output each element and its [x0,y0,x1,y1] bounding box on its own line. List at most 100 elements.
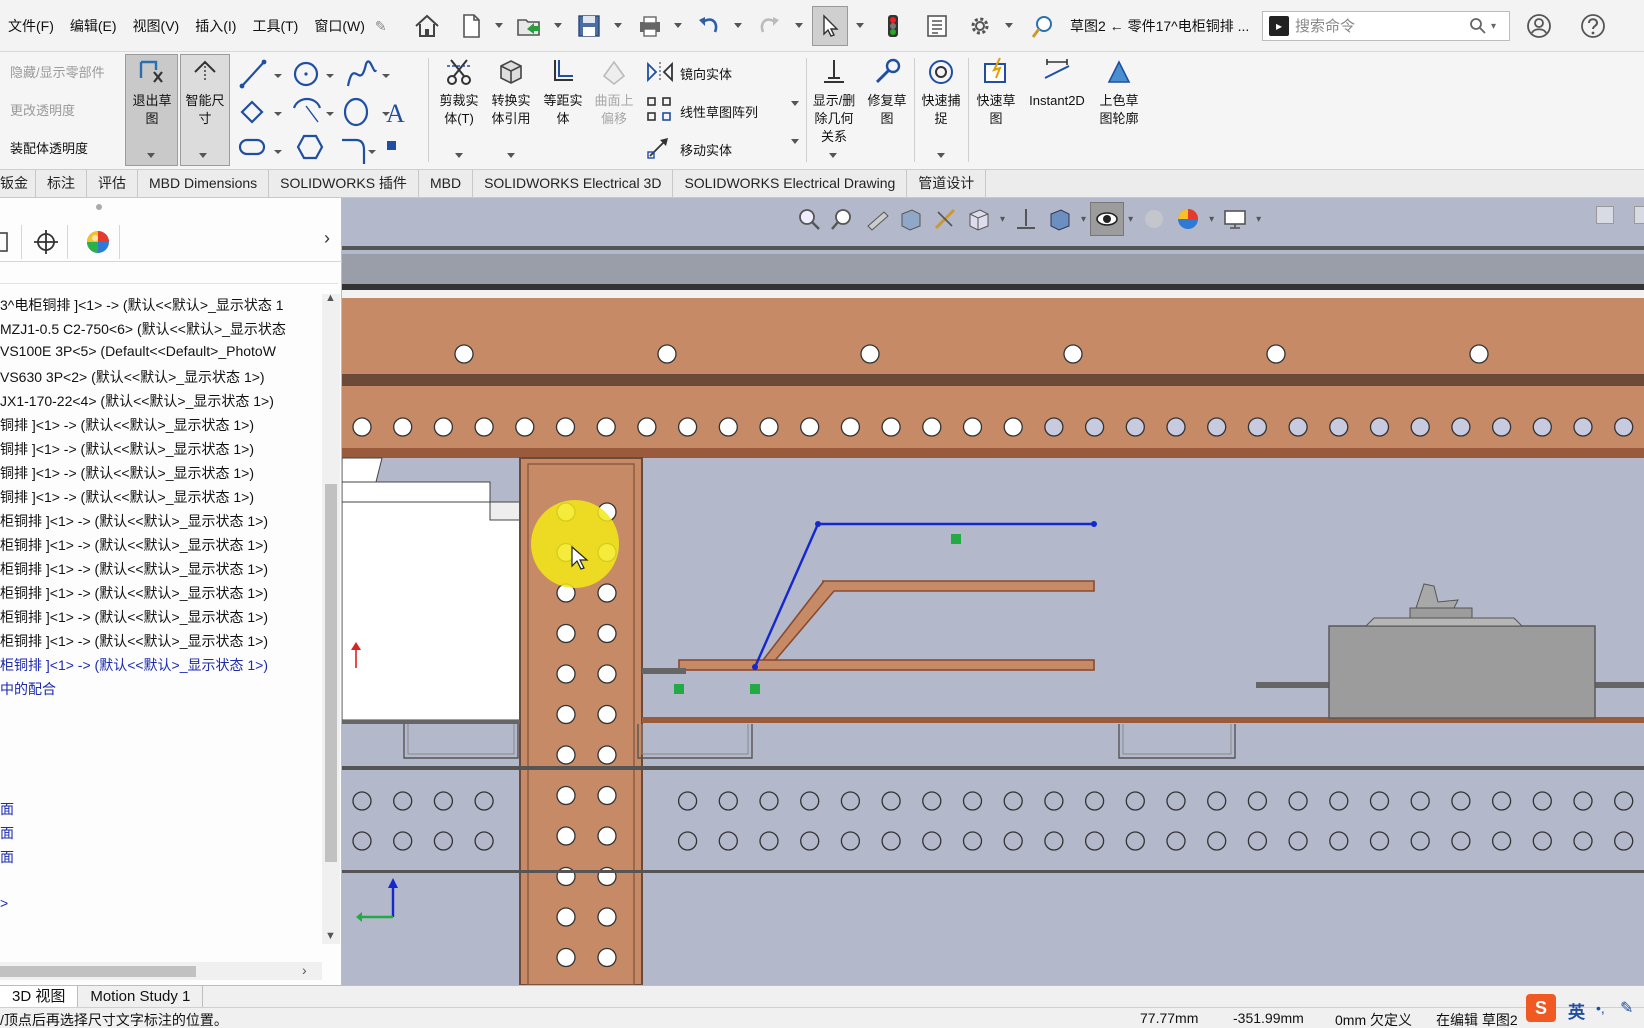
search-input[interactable] [1295,17,1465,35]
ime-punctuation-icon[interactable]: •, [1596,1000,1605,1016]
display-delete-relations-button[interactable]: 显示/删除几何关系 [808,56,860,146]
line-icon[interactable] [239,59,267,89]
graphics-area[interactable]: ▾ ▾ ▾ ▾ ▾ [342,198,1644,985]
ime-logo-icon[interactable]: S [1526,994,1556,1022]
model-scene[interactable] [342,198,1644,985]
options-gear-icon[interactable] [963,8,997,44]
smart-dimension-button[interactable]: 智能尺寸 [180,56,230,128]
left-component-body[interactable] [342,501,521,721]
hide-show-components-button[interactable]: 隐藏/显示零部件 [10,62,105,81]
print-dropdown-icon[interactable] [673,22,683,30]
coincident-relation-marker[interactable] [750,684,760,694]
convert-entities-button[interactable]: 转换实体引用 [486,56,536,128]
view-settings-dropdown-icon[interactable]: ▾ [1256,214,1261,225]
bent-busbar[interactable] [758,580,1095,665]
rebuild-traffic-light-icon[interactable] [876,8,910,44]
tree-item[interactable]: VS100E 3P<5> (Default<<Default>_PhotoW [0,343,276,359]
menu-view[interactable]: 视图(V) [125,16,188,36]
redo-dropdown-icon[interactable] [794,22,804,30]
assembly-transparency-button[interactable]: 装配体透明度 [10,138,88,157]
search-dropdown-icon[interactable]: ▾ [1491,21,1496,32]
new-dropdown-icon[interactable] [494,22,504,30]
instant2d-button[interactable]: Instant2D [1024,56,1090,110]
tree-item[interactable]: MZJ1-0.5 C2-750<6> (默认<<默认>_显示状态 [0,319,286,339]
select-cursor-icon[interactable] [812,6,848,46]
lower-busbar[interactable] [678,659,1095,671]
tree-scroll-thumb[interactable] [325,484,337,862]
move-dropdown-icon[interactable] [790,138,800,146]
tab-evaluate[interactable]: 评估 [87,170,138,198]
circuit-breaker-body[interactable] [1328,625,1596,719]
orientation-dropdown-icon[interactable]: ▾ [1000,214,1005,225]
viewport-maximize-icon[interactable] [1634,206,1644,224]
tree-item[interactable]: 柜铜排 ]<1> -> (默认<<默认>_显示状态 1>) [0,631,268,651]
change-transparency-button[interactable]: 更改透明度 [10,100,75,119]
tree-item[interactable]: 3^电柜铜排 ]<1> -> (默认<<默认>_显示状态 1 [0,295,284,315]
options-dropdown-icon[interactable] [1004,22,1014,30]
ellipse-icon[interactable] [343,97,369,127]
shaded-sketch-contours-button[interactable]: 上色草图轮廓 [1092,56,1146,128]
smart-dimension-dropdown-icon[interactable] [198,152,208,160]
search-commands[interactable]: ▸ ▾ [1262,11,1510,41]
hide-show-dropdown-icon[interactable]: ▾ [1128,214,1133,225]
menu-tools[interactable]: 工具(T) [244,16,306,36]
panel-grip[interactable] [96,204,102,210]
sketch-entities-grid[interactable]: A [236,56,422,168]
property-manager-tab[interactable] [0,225,22,259]
tab-sheet-metal[interactable]: 钣金 [0,170,36,198]
menu-edit[interactable]: 编辑(E) [62,16,125,36]
pin-icon[interactable]: ✎ [375,18,387,35]
home-icon[interactable] [410,8,444,44]
scroll-down-icon[interactable]: ▼ [325,930,336,942]
tab-mbd[interactable]: MBD [419,170,474,198]
quick-snaps-button[interactable]: 快速捕捉 [916,56,966,128]
spline-icon[interactable] [346,60,378,87]
viewport-restore-icon[interactable] [1596,206,1614,224]
filter-bar[interactable] [0,258,338,284]
tab-solidworks-addins[interactable]: SOLIDWORKS 插件 [269,170,419,198]
point-icon[interactable] [387,141,396,150]
text-icon[interactable]: A [386,99,405,128]
exit-sketch-dropdown-icon[interactable] [146,152,156,160]
menu-insert[interactable]: 插入(I) [187,16,244,36]
circle-icon[interactable] [293,61,319,87]
polygon-icon[interactable] [296,134,324,160]
tab-motion-study[interactable]: Motion Study 1 [78,986,204,1008]
rectangle-icon[interactable] [240,100,264,124]
display-style-dropdown-icon[interactable]: ▾ [1081,214,1086,225]
second-copper-bar[interactable] [342,386,1644,448]
display-manager-tab[interactable] [76,225,120,259]
quick-snaps-dropdown-icon[interactable] [936,152,946,160]
dynamic-annotation-icon[interactable] [928,202,962,236]
scroll-up-icon[interactable]: ▲ [325,292,336,304]
open-dropdown-icon[interactable] [553,22,563,30]
zoom-to-area-icon[interactable] [826,202,860,236]
display-style-icon[interactable] [1043,202,1077,236]
convert-dropdown-icon[interactable] [506,152,516,160]
tree-item[interactable]: 柜铜排 ]<1> -> (默认<<默认>_显示状态 1>) [0,607,268,627]
slot-icon[interactable] [238,138,266,156]
breaker-handle[interactable] [1415,583,1459,609]
relations-dropdown-icon[interactable] [828,152,838,160]
tree-item[interactable]: 铜排 ]<1> -> (默认<<默认>_显示状态 1>) [0,463,254,483]
top-copper-bar[interactable] [342,298,1644,378]
tab-markup[interactable]: 标注 [36,170,87,198]
tab-electrical-drawing[interactable]: SOLIDWORKS Electrical Drawing [673,170,908,198]
sketch-polyline[interactable] [753,522,1094,668]
save-icon[interactable] [572,8,606,44]
help-icon[interactable] [1576,8,1610,44]
print-icon[interactable] [633,8,667,44]
undo-icon[interactable] [692,8,726,44]
trim-dropdown-icon[interactable] [454,152,464,160]
tree-item[interactable]: 铜排 ]<1> -> (默认<<默认>_显示状态 1>) [0,415,254,435]
tree-vertical-scrollbar[interactable]: ▲ ▼ [322,292,340,944]
move-entities-button[interactable]: 移动实体 [680,140,732,159]
tree-item[interactable]: JX1-170-22<4> (默认<<默认>_显示状态 1>) [0,391,274,411]
tree-item[interactable]: 铜排 ]<1> -> (默认<<默认>_显示状态 1>) [0,487,254,507]
section-view-icon[interactable] [894,202,928,236]
tab-routing[interactable]: 管道设计 [907,170,987,198]
sketch-startpoint[interactable] [752,664,758,670]
menu-file[interactable]: 文件(F) [0,16,62,36]
scene-dropdown-icon[interactable]: ▾ [1209,214,1214,225]
tree-hscroll-thumb[interactable] [0,966,196,977]
